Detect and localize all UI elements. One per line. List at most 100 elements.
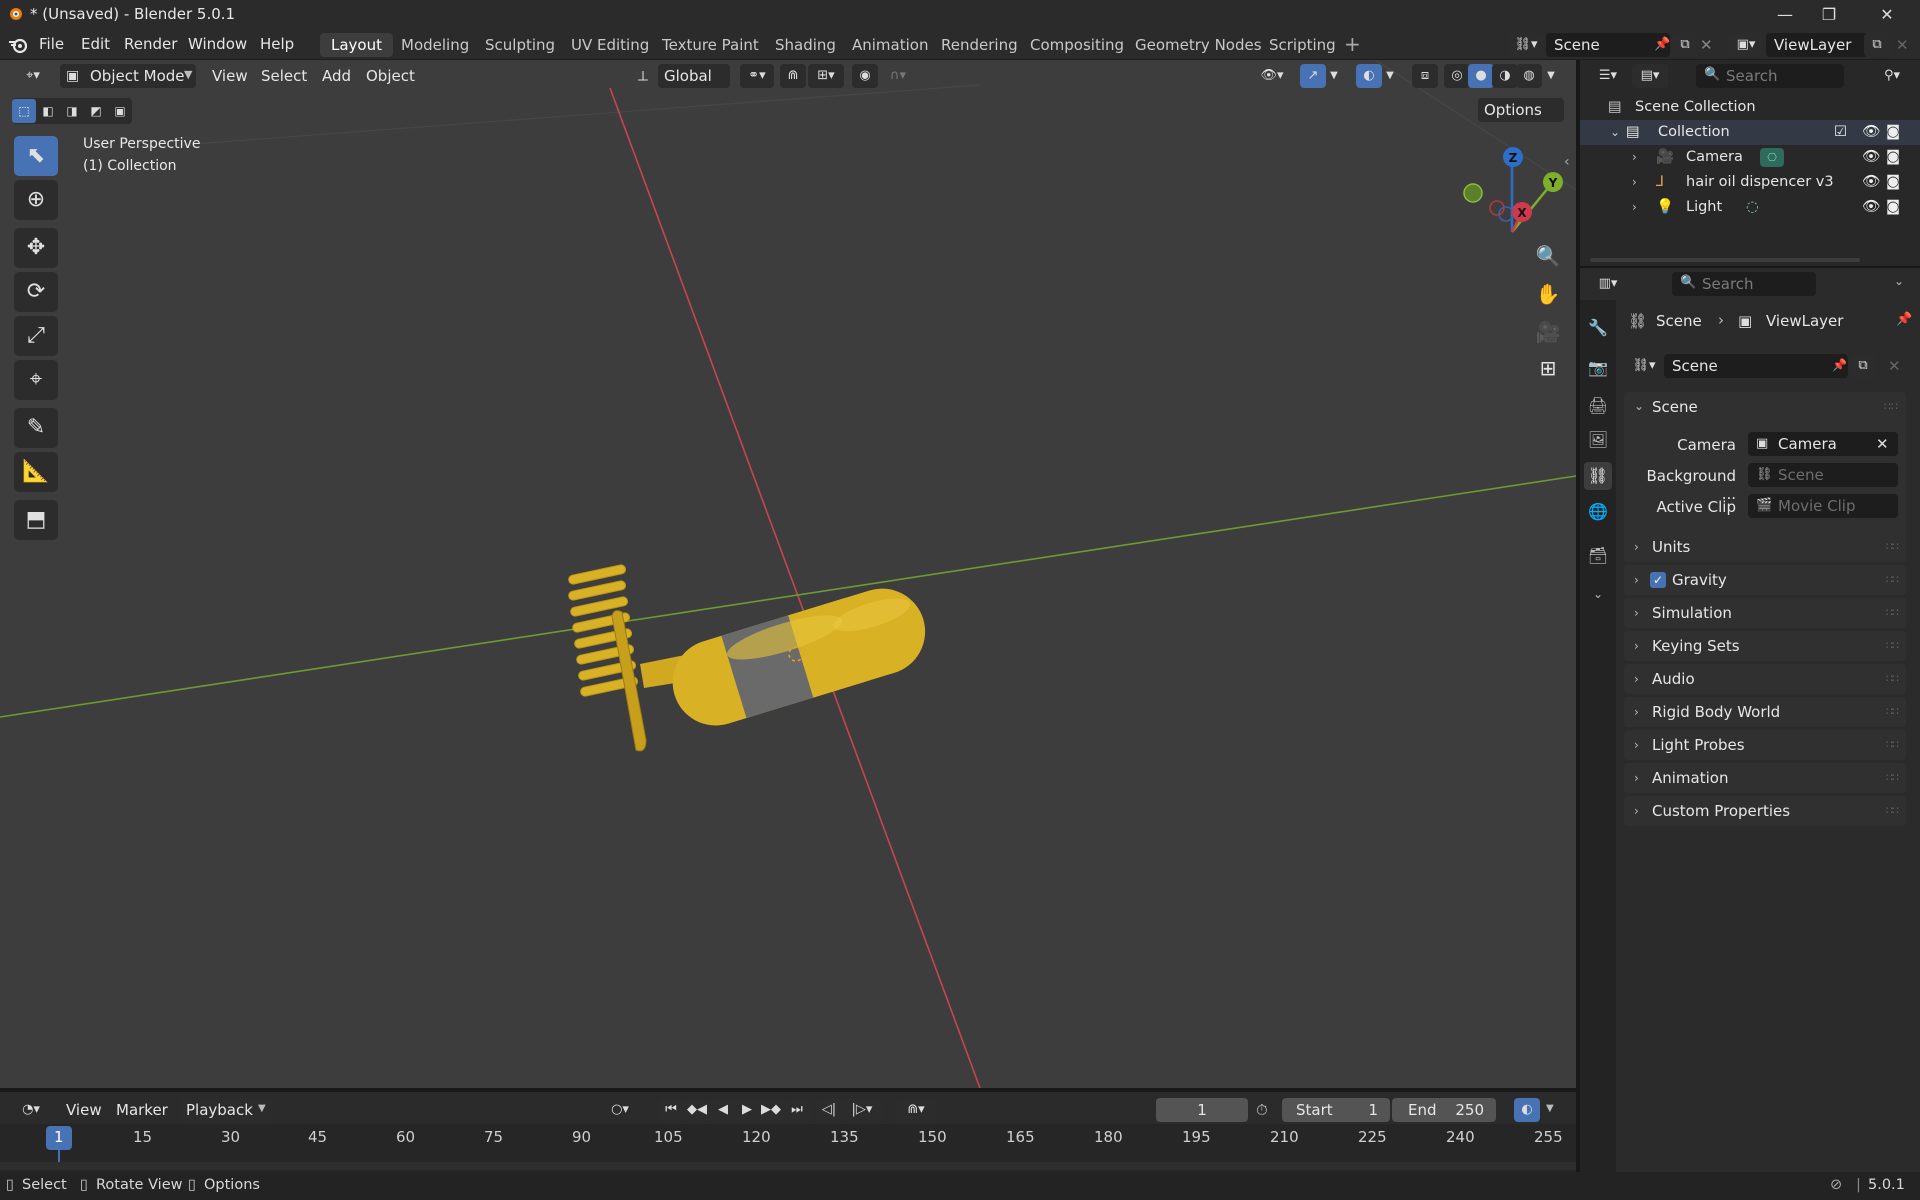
zoom-icon[interactable]: 🔍 <box>1532 240 1564 272</box>
select-box-tool-icon[interactable]: ⬉ <box>14 136 58 176</box>
panel-grip-icon[interactable]: ∷∷ <box>1886 598 1899 628</box>
jump-end-icon[interactable]: ⏭ <box>784 1098 810 1122</box>
keyframe-next-icon[interactable]: |▷▾ <box>842 1098 882 1122</box>
jump-keyframe-forward-icon[interactable]: ▶◆ <box>758 1098 784 1122</box>
select-intersect-icon[interactable]: ▣ <box>108 99 132 123</box>
pin-icon[interactable]: 📌 <box>1896 312 1912 327</box>
gravity-checkbox[interactable]: ✓ <box>1650 572 1666 588</box>
perspective-toggle-icon[interactable]: ⊞ <box>1532 352 1564 384</box>
scale-tool-icon[interactable]: ⤢ <box>14 316 58 356</box>
close-button[interactable]: ✕ <box>1864 2 1910 28</box>
scene-properties-tab-icon[interactable]: ⛓ <box>1584 462 1612 490</box>
delete-scene-icon[interactable]: ✕ <box>1888 357 1901 375</box>
cursor-tool-icon[interactable]: ⊕ <box>14 180 58 220</box>
add-cube-tool-icon[interactable]: ⬒ <box>14 500 58 540</box>
proportional-editing-icon[interactable]: ◉ <box>852 64 878 88</box>
select-new-icon[interactable]: ⬚ <box>12 99 36 123</box>
maximize-button[interactable]: ❐ <box>1806 2 1852 28</box>
panel-grip-icon[interactable]: ∷∷ <box>1886 796 1899 826</box>
collection-properties-tab-icon[interactable]: 🗃 <box>1584 542 1612 570</box>
chevron-down-icon[interactable]: ⌄ <box>1610 120 1620 145</box>
menu-file[interactable]: File <box>39 35 64 53</box>
annotate-tool-icon[interactable]: ✎ <box>14 408 58 448</box>
delete-scene-icon[interactable]: ✕ <box>1700 36 1713 54</box>
pin-icon[interactable]: 📌 <box>1832 358 1847 372</box>
scene-selector-icon[interactable]: ⛓▾ <box>1508 33 1544 57</box>
3d-viewport[interactable]: Z Y X User Perspective (1) Collection <box>0 60 1576 1088</box>
tab-compositing[interactable]: Compositing <box>1019 33 1135 57</box>
animation-panel[interactable]: › Animation ∷∷ <box>1624 763 1906 793</box>
transform-tool-icon[interactable]: ⌖ <box>14 360 58 400</box>
light-probes-panel[interactable]: › Light Probes ∷∷ <box>1624 730 1906 760</box>
viewport-menu-select[interactable]: Select <box>255 64 313 88</box>
snap-timeline-icon[interactable]: ⋒▾ <box>896 1098 936 1122</box>
outliner-scrollbar[interactable] <box>1590 258 1860 262</box>
render-camera-icon[interactable]: ◙ <box>1886 195 1900 220</box>
tab-rendering[interactable]: Rendering <box>930 33 1029 57</box>
navigation-gizmo[interactable]: Z Y X <box>1463 147 1563 233</box>
pin-icon[interactable]: 📌 <box>1654 37 1670 52</box>
wireframe-shading-icon[interactable]: ◎ <box>1444 64 1470 88</box>
pivot-point-icon[interactable]: ⚭▾ <box>740 64 774 88</box>
measure-tool-icon[interactable]: 📐 <box>14 452 58 492</box>
play-icon[interactable]: ▶ <box>734 1098 760 1122</box>
viewport-menu-object[interactable]: Object <box>360 64 421 88</box>
overlay-toggle-icon[interactable]: ◐ <box>1356 64 1382 88</box>
tab-animation[interactable]: Animation <box>841 33 939 57</box>
gravity-panel[interactable]: › ✓ Gravity ∷∷ <box>1624 565 1906 595</box>
blender-menu-icon[interactable] <box>8 36 28 54</box>
viewport-menu-add[interactable]: Add <box>316 64 357 88</box>
timeline-scrollbar[interactable] <box>0 1162 1576 1170</box>
timeline-editor-type-icon[interactable]: ◔▾ <box>12 1098 50 1122</box>
view-layer-selector-icon[interactable]: ▣▾ <box>1728 33 1764 57</box>
tool-properties-tab-icon[interactable]: 🔧 <box>1584 314 1612 342</box>
add-workspace-button[interactable]: + <box>1344 32 1361 56</box>
render-camera-icon[interactable]: ◙ <box>1886 170 1900 195</box>
chevron-down-icon[interactable]: ⌄ <box>1634 399 1644 413</box>
scene-panel-title[interactable]: Scene <box>1652 398 1698 416</box>
chevron-right-icon[interactable]: › <box>1632 195 1637 220</box>
new-scene-icon[interactable]: ⧉ <box>1672 33 1698 57</box>
menu-render[interactable]: Render <box>124 35 177 53</box>
eye-icon[interactable]: 👁 <box>1862 170 1880 195</box>
panel-grip-icon[interactable]: ∷∷ <box>1886 532 1899 562</box>
units-panel[interactable]: › Units ∷∷ <box>1624 532 1906 562</box>
outliner-row-scene-collection[interactable]: ▤ Scene Collection <box>1580 95 1920 120</box>
tab-shading[interactable]: Shading <box>764 33 847 57</box>
new-view-layer-icon[interactable]: ⧉ <box>1864 33 1890 57</box>
viewport-menu-view[interactable]: View <box>206 64 254 88</box>
end-frame-field[interactable]: End 250 <box>1392 1098 1496 1122</box>
outliner-row-hair-oil-dispencer[interactable]: › ⅃ hair oil dispencer v3 👁 ◙ <box>1580 170 1920 195</box>
jump-start-icon[interactable]: ⏮ <box>658 1098 684 1122</box>
chevron-down-icon[interactable]: ▼ <box>1326 64 1342 88</box>
audio-panel[interactable]: › Audio ∷∷ <box>1624 664 1906 694</box>
rendered-shading-icon[interactable]: ◍ <box>1516 64 1542 88</box>
chevron-right-icon[interactable]: › <box>1632 145 1637 170</box>
outliner-row-light[interactable]: › 💡 Light ◌ 👁 ◙ <box>1580 195 1920 220</box>
eye-icon[interactable]: 👁 <box>1862 120 1880 145</box>
filter-icon[interactable]: ⚲▾ <box>1872 64 1912 88</box>
scene-datablock-icon[interactable]: ⛓▾ <box>1626 354 1662 378</box>
auto-keying-icon[interactable]: ○▾ <box>600 1098 640 1122</box>
outliner-row-collection[interactable]: ⌄ ▤ Collection ☑ 👁 ◙ <box>1580 120 1920 145</box>
panel-grip-icon[interactable]: ∷∷ <box>1886 697 1899 727</box>
camera-data-icon[interactable]: ⎔ <box>1760 148 1784 167</box>
tab-geometry-nodes[interactable]: Geometry Nodes <box>1124 33 1273 57</box>
chevron-down-icon[interactable]: ▼ <box>1542 64 1560 88</box>
scene-name-field[interactable]: Scene <box>1546 33 1670 57</box>
panel-grip-icon[interactable]: ∷∷ <box>1886 631 1899 661</box>
render-camera-icon[interactable]: ◙ <box>1886 145 1900 170</box>
simulation-panel[interactable]: › Simulation ∷∷ <box>1624 598 1906 628</box>
tab-modeling[interactable]: Modeling <box>390 33 480 57</box>
custom-properties-panel[interactable]: › Custom Properties ∷∷ <box>1624 796 1906 826</box>
material-shading-icon[interactable]: ◑ <box>1492 64 1518 88</box>
light-data-icon[interactable]: ◌ <box>1746 195 1759 220</box>
solid-shading-icon[interactable]: ● <box>1468 64 1494 88</box>
output-properties-tab-icon[interactable]: 🖨 <box>1584 392 1612 420</box>
view-layer-properties-tab-icon[interactable]: 🖼 <box>1584 426 1612 454</box>
view-layer-name-field[interactable]: ViewLayer <box>1766 33 1876 57</box>
clear-camera-icon[interactable]: ✕ <box>1876 435 1889 453</box>
eye-icon[interactable]: 👁 <box>1862 195 1880 220</box>
panel-grip-icon[interactable]: ∷∷ <box>1886 664 1899 694</box>
menu-help[interactable]: Help <box>260 35 294 53</box>
